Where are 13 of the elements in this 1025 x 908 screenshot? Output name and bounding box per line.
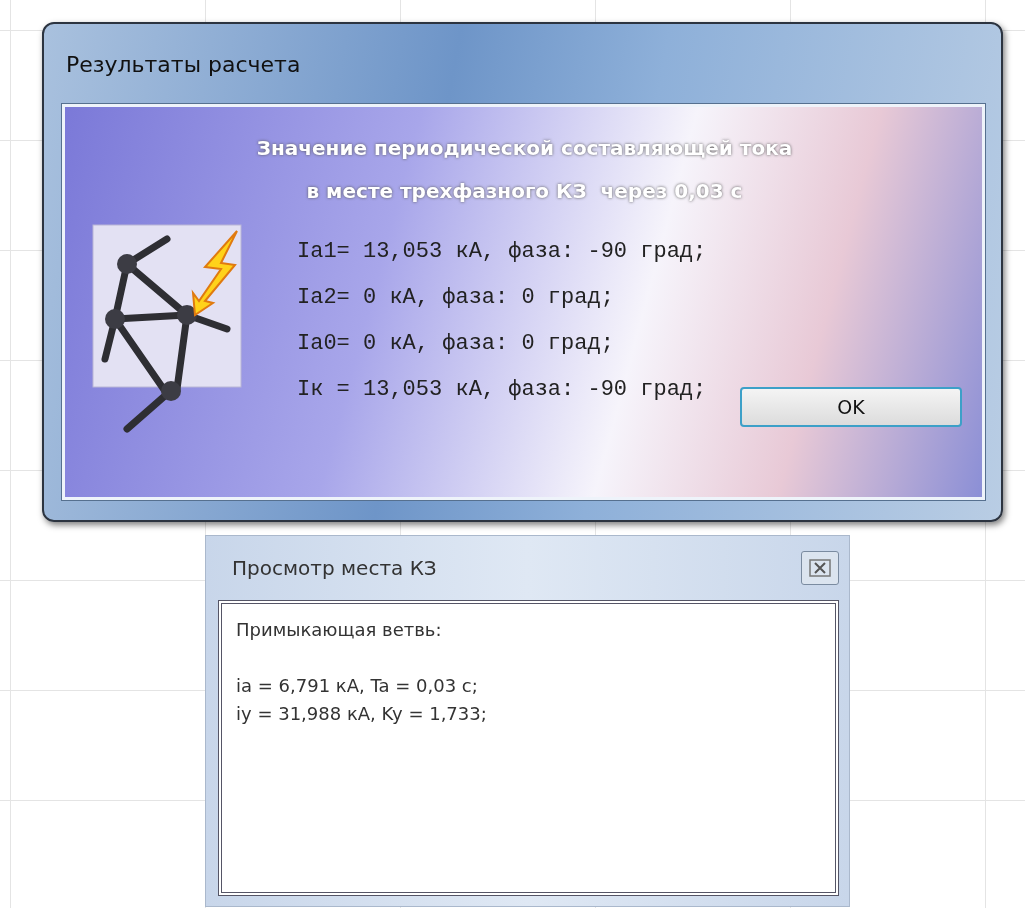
window-title: Результаты расчета (66, 51, 301, 77)
heading-line: в месте трехфазного КЗ через 0,03 с (306, 178, 743, 205)
close-button[interactable] (801, 551, 839, 585)
result-line: Ia1= 13,053 кА, фаза: -90 град; (297, 238, 707, 266)
info-line: ia = 6,791 кА, Ta = 0,03 с; (236, 674, 479, 698)
window-title: Просмотр места КЗ (231, 556, 437, 580)
result-line: Iк = 13,053 кА, фаза: -90 град; (297, 376, 707, 404)
info-line: iy = 31,988 кА, Ky = 1,733; (236, 702, 488, 726)
ok-button[interactable]: OK (740, 387, 962, 427)
close-icon (809, 559, 831, 577)
result-line: Ia0= 0 кА, фаза: 0 град; (297, 330, 615, 358)
result-line: Ia2= 0 кА, фаза: 0 град; (297, 284, 615, 312)
info-label: Примыкающая ветвь: (236, 618, 443, 642)
